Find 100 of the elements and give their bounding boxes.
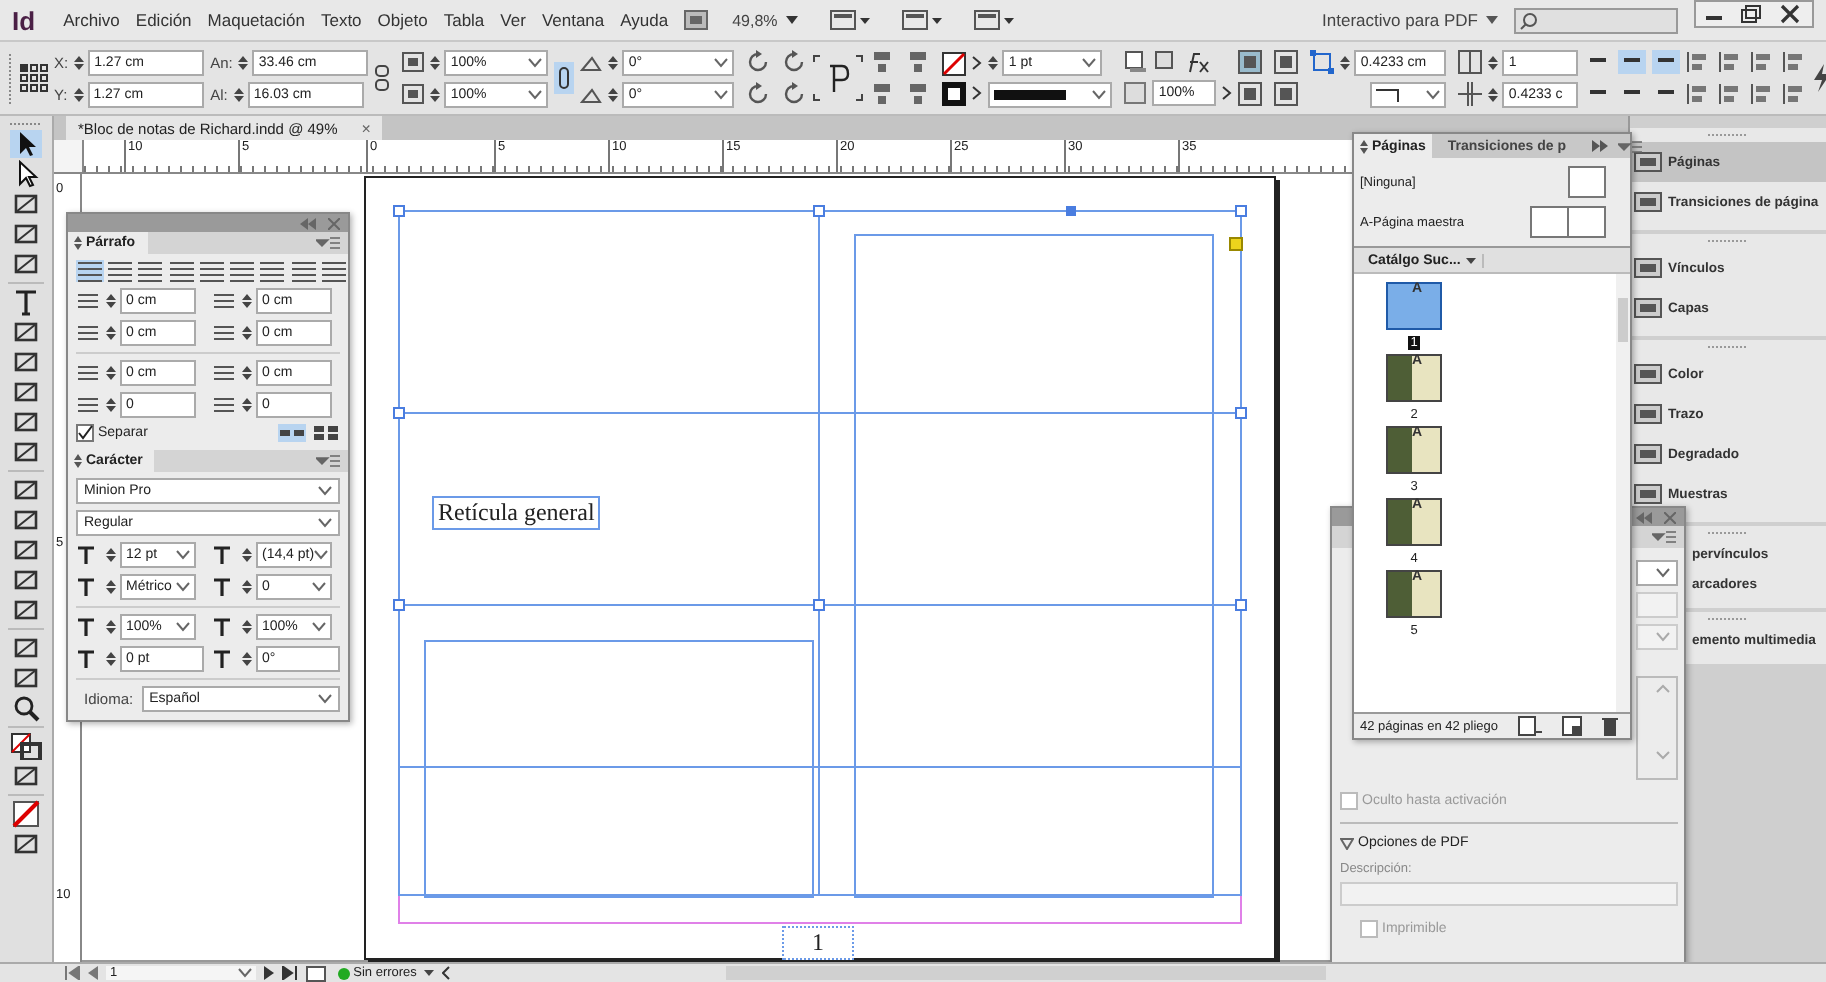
more-tabs-icon[interactable]	[1592, 140, 1608, 152]
lightning-icon[interactable]	[1812, 64, 1826, 92]
indent-icon[interactable]	[212, 323, 236, 343]
indent-icon[interactable]	[76, 291, 100, 311]
align-centers-icon[interactable]	[1750, 50, 1775, 74]
chevron-right-icon[interactable]	[972, 56, 983, 70]
spinner-arrows-icon[interactable]	[430, 53, 441, 71]
split-columns-icon[interactable]	[312, 424, 340, 442]
caret-down-icon[interactable]	[785, 16, 798, 24]
scrollbar[interactable]	[1616, 274, 1630, 712]
ruler-origin[interactable]	[54, 140, 84, 172]
panel-menu-icon[interactable]	[316, 236, 340, 250]
chevron-right-icon[interactable]	[972, 86, 983, 100]
scale-icon[interactable]	[402, 84, 425, 104]
menu-item[interactable]: Objeto	[377, 10, 428, 30]
menu-item[interactable]: Texto	[320, 10, 362, 30]
align-left-edges-icon[interactable]	[1718, 50, 1743, 74]
type-setting-icon[interactable]	[76, 648, 100, 670]
event-dropdown[interactable]	[1636, 560, 1678, 586]
chevron-down-icon[interactable]	[312, 582, 326, 592]
spinner-arrows-icon[interactable]	[106, 396, 116, 414]
menu-item[interactable]: Ver	[500, 10, 526, 30]
corner-options-icon[interactable]	[1310, 50, 1335, 74]
indent-icon[interactable]	[76, 395, 100, 415]
alignment-icon[interactable]	[76, 260, 104, 282]
shear-icon[interactable]	[580, 85, 603, 103]
alignment-icon[interactable]	[228, 260, 256, 282]
type-setting-icon[interactable]	[76, 576, 100, 598]
chevron-down-icon[interactable]	[714, 57, 729, 67]
alignment-icon[interactable]	[290, 260, 318, 282]
spinner-arrows-icon[interactable]	[238, 53, 249, 71]
panel-menu-icon[interactable]	[316, 454, 340, 468]
spinner-arrows-icon[interactable]	[73, 85, 84, 103]
scrollbar[interactable]	[726, 966, 1326, 980]
type-setting-icon[interactable]	[76, 544, 100, 566]
span-columns-icon[interactable]	[278, 424, 306, 442]
description-field[interactable]	[1340, 882, 1678, 906]
spinner-arrows-icon[interactable]	[242, 292, 252, 310]
arrange-icon[interactable]	[973, 10, 1014, 30]
spinner-arrows-icon[interactable]	[233, 85, 244, 103]
wrap-jump-icon[interactable]	[1238, 82, 1263, 106]
chevron-down-icon[interactable]	[1082, 57, 1097, 67]
scrollbar-thumb[interactable]	[1618, 298, 1628, 342]
workspace-switcher[interactable]: Interactivo para PDF	[1322, 10, 1498, 30]
type-setting-icon[interactable]	[212, 616, 236, 638]
spinner-arrows-icon[interactable]	[106, 578, 116, 596]
text-frame[interactable]: Retícula general	[432, 496, 601, 530]
chevron-down-icon[interactable]	[528, 89, 543, 99]
spinner-arrows-icon[interactable]	[242, 546, 252, 564]
menu-item[interactable]: Archivo	[63, 10, 120, 30]
chevron-down-icon[interactable]	[318, 518, 332, 528]
trash-icon[interactable]	[1602, 716, 1619, 736]
wrap-shape-icon[interactable]	[1274, 50, 1299, 74]
alignment-icon[interactable]	[136, 260, 164, 282]
alignment-icon[interactable]	[320, 260, 348, 282]
corner-shape-dropdown[interactable]	[1370, 81, 1447, 107]
spinner-arrows-icon[interactable]	[106, 650, 116, 668]
alignment-icon[interactable]	[198, 260, 226, 282]
previous-page-icon[interactable]	[88, 966, 98, 980]
type-setting-icon[interactable]	[212, 544, 236, 566]
caret-down-icon[interactable]	[424, 970, 435, 976]
spinner-arrows-icon[interactable]	[1340, 53, 1351, 71]
panel-menu-icon[interactable]	[1618, 139, 1642, 153]
indent-icon[interactable]	[212, 363, 236, 383]
type-setting-icon[interactable]	[212, 576, 236, 598]
menu-item[interactable]: Ventana	[541, 10, 605, 30]
alignment-icon[interactable]	[258, 260, 286, 282]
zoom-icon[interactable]	[10, 694, 42, 722]
new-page-icon[interactable]	[1562, 716, 1583, 736]
shadow-icon[interactable]	[1154, 50, 1179, 74]
indent-icon[interactable]	[212, 395, 236, 415]
rotate-clockwise-icon[interactable]	[746, 50, 771, 74]
wrap-next-column-icon[interactable]	[1274, 82, 1299, 106]
chevron-down-icon[interactable]	[312, 622, 326, 632]
chevron-right-icon[interactable]	[1222, 86, 1233, 100]
type-setting-icon[interactable]	[212, 648, 236, 670]
spinner-arrows-icon[interactable]	[106, 618, 116, 636]
tab-close-button[interactable]: ×	[361, 119, 371, 137]
spinner-arrows-icon[interactable]	[242, 618, 252, 636]
frame-orientation-icon[interactable]	[812, 54, 865, 102]
alignment-icon[interactable]	[168, 260, 196, 282]
spinner-arrows-icon[interactable]	[242, 650, 252, 668]
align-bottom-icon[interactable]	[870, 82, 895, 106]
gutter-icon[interactable]	[1458, 82, 1483, 106]
spinner-arrows-icon[interactable]	[1488, 85, 1499, 103]
chevron-down-icon[interactable]	[314, 550, 329, 560]
indent-icon[interactable]	[76, 363, 100, 383]
spinner-arrows-icon[interactable]	[608, 53, 619, 71]
edit-page-size-icon[interactable]	[1518, 716, 1543, 736]
type-tool-icon[interactable]	[10, 288, 42, 316]
chevron-down-icon[interactable]	[714, 89, 729, 99]
chevron-down-icon[interactable]	[176, 582, 190, 592]
chevron-down-icon[interactable]	[176, 622, 190, 632]
spinner-arrows-icon[interactable]	[430, 85, 441, 103]
align-top-text-icon[interactable]	[1618, 50, 1647, 74]
spinner-arrows-icon[interactable]	[106, 364, 116, 382]
chevron-down-icon[interactable]	[237, 968, 252, 978]
type-setting-icon[interactable]	[76, 616, 100, 638]
chevron-down-icon[interactable]	[528, 57, 543, 67]
next-page-icon[interactable]	[263, 966, 274, 980]
